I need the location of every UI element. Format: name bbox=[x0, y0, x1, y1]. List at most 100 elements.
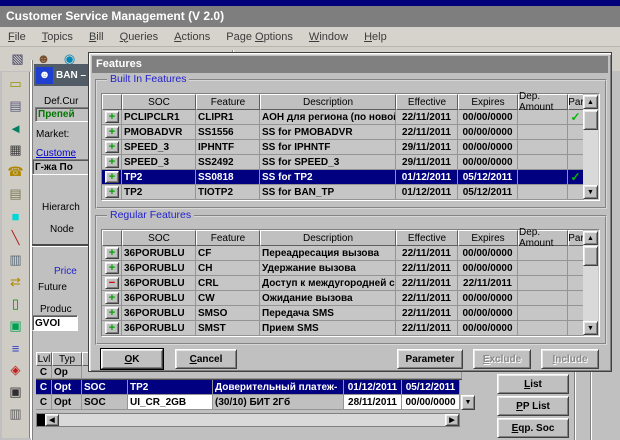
scroll-up-button[interactable]: ▲ bbox=[583, 95, 598, 109]
copy-documents-icon[interactable]: ▣ bbox=[5, 316, 27, 336]
feature-row[interactable]: + TP2 SS0818 SS for TP2 01/12/2011 05/12/2011… bbox=[102, 170, 599, 185]
column-feature[interactable]: Feature bbox=[196, 94, 260, 110]
feature-row[interactable]: −36PORUBLU CRL Доступ к междугородней с 22/… bbox=[102, 276, 599, 291]
add-feature-icon[interactable]: + bbox=[105, 307, 119, 319]
feature-row[interactable]: + SPEED_3 SS2492 SS for SPEED_3 29/11/2011 00… bbox=[102, 155, 599, 170]
feature-row[interactable]: +36PORUBLU SMST Прием SMS 22/11/2011 00/00/0… bbox=[102, 321, 599, 336]
scrollbar-track[interactable] bbox=[59, 414, 445, 426]
save-icon[interactable]: ▣ bbox=[5, 382, 27, 402]
calculator-icon[interactable]: ▦ bbox=[5, 140, 27, 160]
cell-par bbox=[568, 125, 584, 140]
scroll-down-button[interactable]: ▼ bbox=[583, 321, 598, 335]
soc-row[interactable]: C Opt SOC UI_CR_2GB (30/10) БИТ 2Гб 28/11/201… bbox=[36, 395, 462, 410]
scroll-down-button[interactable]: ▼ bbox=[583, 185, 598, 199]
market-label: Market: bbox=[36, 129, 70, 140]
add-feature-icon[interactable]: + bbox=[105, 262, 119, 274]
column-description[interactable]: Description bbox=[260, 230, 396, 246]
scroll-left-button[interactable]: ◀ bbox=[45, 414, 59, 426]
scroll-right-button[interactable]: ▶ bbox=[445, 414, 459, 426]
column-dep-amount[interactable]: Dep. Amount bbox=[518, 91, 568, 113]
column-soc[interactable]: SOC bbox=[122, 94, 196, 110]
devices-icon[interactable]: ▥ bbox=[5, 404, 27, 424]
scrollbar-thumb[interactable] bbox=[583, 110, 598, 130]
column-dep-amount[interactable]: Dep. Amount bbox=[518, 227, 568, 249]
menu-page-options[interactable]: Page Options bbox=[218, 29, 301, 45]
menu-actions[interactable]: Actions bbox=[166, 29, 218, 45]
feature-row[interactable]: +36PORUBLU CH Удержание вызова 22/11/2011 00… bbox=[102, 261, 599, 276]
remove-feature-icon[interactable]: − bbox=[105, 277, 119, 289]
built-in-scrollbar[interactable]: ▲ ▼ bbox=[583, 95, 598, 199]
feature-row[interactable]: + PCLIPCLR1 CLIPR1 АОН для региона (по ново… bbox=[102, 110, 599, 125]
menu-queries[interactable]: Queries bbox=[112, 29, 167, 45]
add-feature-icon[interactable]: + bbox=[105, 186, 119, 198]
scrollbar-thumb[interactable] bbox=[37, 414, 45, 426]
cell-description: Ожидание вызова bbox=[260, 291, 396, 306]
add-feature-icon[interactable]: + bbox=[105, 126, 119, 138]
column-typ[interactable]: Typ bbox=[52, 352, 82, 366]
menu-bill[interactable]: Bill bbox=[81, 29, 112, 45]
column-effective[interactable]: Effective bbox=[396, 94, 458, 110]
column-expires[interactable]: Expires bbox=[458, 230, 518, 246]
column-feature[interactable]: Feature bbox=[196, 230, 260, 246]
cell-typ: Op bbox=[52, 366, 82, 379]
parameter-button[interactable]: Parameter bbox=[397, 349, 463, 369]
customer-link[interactable]: Custome bbox=[36, 148, 76, 159]
cancel-button[interactable]: Cancel bbox=[175, 349, 237, 369]
column-action[interactable] bbox=[102, 230, 122, 246]
scrollbar-thumb[interactable] bbox=[583, 246, 598, 266]
add-feature-icon[interactable]: + bbox=[105, 111, 119, 123]
exclude-button: Exclude bbox=[473, 349, 531, 369]
column-effective[interactable]: Effective bbox=[396, 230, 458, 246]
column-par[interactable]: Par bbox=[568, 230, 584, 246]
phone-icon[interactable]: ☎ bbox=[5, 162, 27, 182]
document-icon[interactable]: ▯ bbox=[5, 294, 27, 314]
feature-row[interactable]: + SPEED_3 IPHNTF SS for IPHNTF 29/11/2011 00/… bbox=[102, 140, 599, 155]
print-icon[interactable]: ▤ bbox=[5, 96, 27, 116]
menu-file[interactable]: File bbox=[0, 29, 34, 45]
add-feature-icon[interactable]: + bbox=[105, 322, 119, 334]
transfer-arrows-icon[interactable]: ⇄ bbox=[5, 272, 27, 292]
add-feature-icon[interactable]: + bbox=[105, 156, 119, 168]
open-folder-icon[interactable]: ▭ bbox=[5, 74, 27, 94]
feature-row[interactable]: + TP2 TIOTP2 SS for BAN_TP 01/12/2011 05/12/2… bbox=[102, 185, 599, 200]
menu-help[interactable]: Help bbox=[356, 29, 395, 45]
add-feature-icon[interactable]: + bbox=[105, 247, 119, 259]
column-expires[interactable]: Expires bbox=[458, 94, 518, 110]
scroll-up-button[interactable]: ▲ bbox=[583, 231, 598, 245]
add-feature-icon[interactable]: + bbox=[105, 171, 119, 183]
ok-button[interactable]: OK bbox=[100, 348, 164, 370]
cell-effective: 22/11/2011 bbox=[396, 321, 458, 336]
horizontal-scrollbar[interactable]: ◀ ▶ bbox=[36, 413, 460, 427]
cell-action: + bbox=[102, 321, 122, 336]
screwdriver-icon[interactable]: ╲ bbox=[5, 228, 27, 248]
eqp-soc-button[interactable]: Eqp. Soc bbox=[497, 418, 569, 438]
feature-row[interactable]: +36PORUBLU CF Переадресация вызова 22/11/20… bbox=[102, 246, 599, 261]
pp-list-button[interactable]: PP List bbox=[497, 396, 569, 416]
feature-row[interactable]: +36PORUBLU CW Ожидание вызова 22/11/2011 00/… bbox=[102, 291, 599, 306]
add-feature-icon[interactable]: + bbox=[105, 292, 119, 304]
dialog-titlebar: Features bbox=[92, 56, 608, 73]
column-description[interactable]: Description bbox=[260, 94, 396, 110]
list-button[interactable]: List bbox=[497, 374, 569, 394]
regular-scrollbar[interactable]: ▲ ▼ bbox=[583, 231, 598, 335]
stack-icon[interactable]: ≡ bbox=[5, 338, 27, 358]
menu-topics[interactable]: Topics bbox=[34, 29, 81, 45]
table-scroll-down-button[interactable]: ▼ bbox=[461, 395, 475, 410]
column-soc[interactable]: SOC bbox=[122, 230, 196, 246]
column-par[interactable]: Par bbox=[568, 94, 584, 110]
soc-row[interactable]: C Opt SOC TP2 Доверительный платеж- 01/12/201… bbox=[36, 380, 462, 395]
add-feature-icon[interactable]: + bbox=[105, 141, 119, 153]
script-icon[interactable]: ▤ bbox=[5, 184, 27, 204]
id-card-icon[interactable]: ▥ bbox=[5, 250, 27, 270]
form-icon[interactable]: ▧ bbox=[8, 49, 27, 68]
swatch-icon[interactable]: ■ bbox=[5, 206, 27, 226]
cell-soc: TP2 bbox=[122, 170, 196, 185]
column-action[interactable] bbox=[102, 94, 122, 110]
back-icon[interactable]: ◄ bbox=[5, 118, 27, 138]
column-lvl[interactable]: Lvl bbox=[36, 352, 52, 366]
feature-row[interactable]: +36PORUBLU SMSO Передача SMS 22/11/2011 00/0… bbox=[102, 306, 599, 321]
feature-row[interactable]: + PMOBADVR SS1556 SS for PMOBADVR 22/11/2011… bbox=[102, 125, 599, 140]
cart-icon[interactable]: ◈ bbox=[5, 360, 27, 380]
menu-window[interactable]: Window bbox=[301, 29, 356, 45]
cell-soc: 36PORUBLU bbox=[122, 321, 196, 336]
